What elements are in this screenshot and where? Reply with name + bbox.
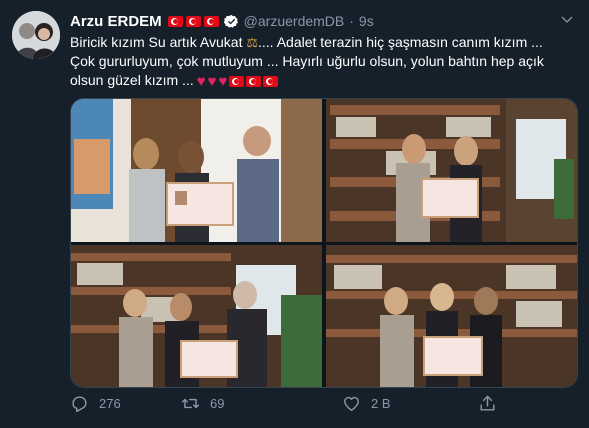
retweet-icon <box>181 398 200 409</box>
author-avatar[interactable] <box>12 11 60 59</box>
tweet-header: Arzu ERDEM @arzuerdemDB · 9s <box>70 10 374 32</box>
like-button[interactable]: 2 B <box>342 394 391 413</box>
turkey-flag-icon <box>229 76 245 87</box>
caret-down-icon[interactable] <box>559 12 575 28</box>
tweet-actions: 276 69 2 B <box>70 394 500 418</box>
balance-scale-icon: ⚖ <box>246 35 259 50</box>
reply-icon <box>72 396 87 413</box>
heart-icon: ♥ <box>207 73 217 90</box>
tweet-text-line3: olsun güzel kızım ... <box>70 72 194 88</box>
tweet-photo-1[interactable] <box>71 99 322 242</box>
turkey-flag-icon <box>246 76 262 87</box>
author-handle[interactable]: @arzuerdemDB <box>244 13 345 29</box>
tweet-text: Biricik kızım Su artık Avukat ⚖.... Adal… <box>70 33 575 90</box>
tweet-text-line2: Çok gururluyum, çok mutluyum ... Hayırlı… <box>70 53 544 69</box>
photo-image <box>326 245 577 387</box>
share-button[interactable] <box>478 394 507 413</box>
avatar-image <box>12 11 60 59</box>
emoji-row: ♥ ♥ ♥ <box>197 74 279 89</box>
like-count: 2 B <box>371 396 391 411</box>
heart-icon: ♥ <box>218 73 228 90</box>
tweet-photo-2[interactable] <box>326 99 577 242</box>
turkey-flag-icon <box>167 15 183 27</box>
reply-button[interactable]: 276 <box>70 394 121 413</box>
heart-icon: ♥ <box>196 73 206 90</box>
tweet-photo-4[interactable] <box>326 245 577 387</box>
separator-dot: · <box>349 13 354 29</box>
tweet-card[interactable]: Arzu ERDEM @arzuerdemDB · 9s Biricik kız… <box>0 0 589 428</box>
tweet-text-line1: Biricik kızım Su artık Avukat <box>70 34 243 50</box>
flag-group <box>167 15 219 27</box>
verified-badge-icon <box>223 14 238 28</box>
like-icon <box>344 396 359 411</box>
photo-image <box>326 99 577 242</box>
tweet-text-line1b: .... Adalet terazin hiç şaşmasın canım k… <box>258 34 543 50</box>
turkey-flag-icon <box>185 15 201 27</box>
retweet-count: 69 <box>210 396 225 411</box>
tweet-photo-3[interactable] <box>71 245 322 387</box>
media-grid <box>70 98 578 388</box>
share-icon <box>480 395 495 411</box>
tweet-timestamp[interactable]: 9s <box>359 13 374 29</box>
reply-count: 276 <box>99 396 121 411</box>
author-name[interactable]: Arzu ERDEM <box>70 13 162 30</box>
photo-image <box>71 245 322 387</box>
turkey-flag-icon <box>263 76 279 87</box>
photo-image <box>71 99 322 242</box>
retweet-button[interactable]: 69 <box>181 394 224 413</box>
turkey-flag-icon <box>203 15 219 27</box>
